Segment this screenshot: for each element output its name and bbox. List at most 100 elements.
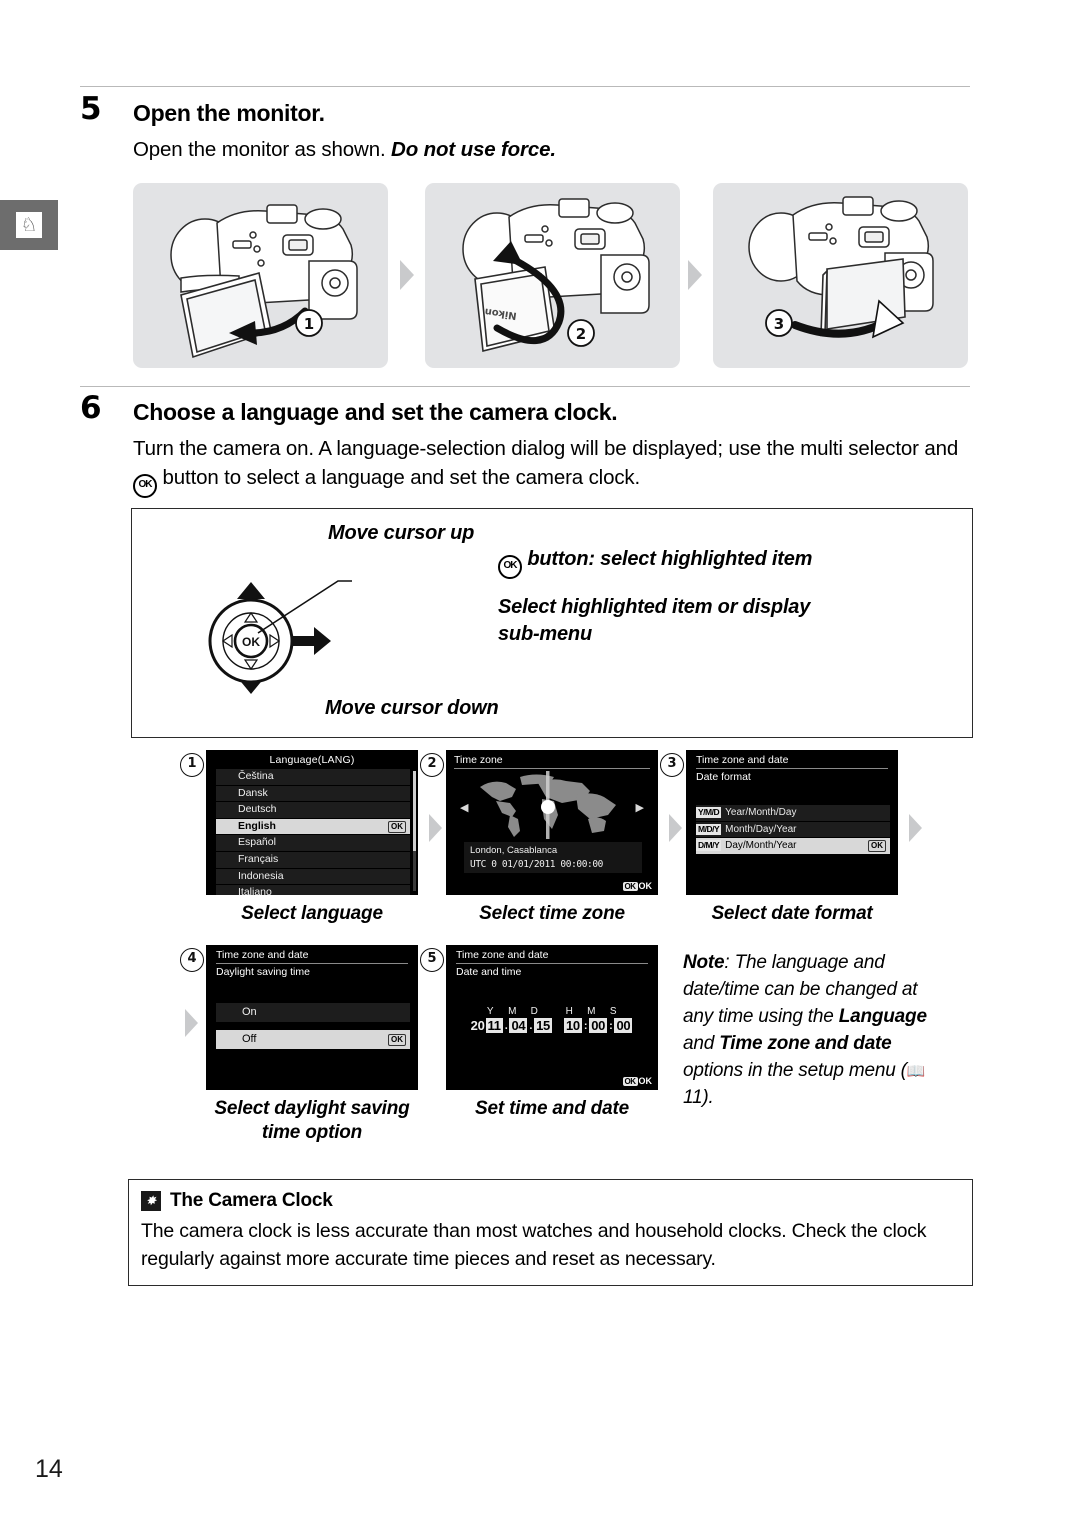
- list-item[interactable]: Deutsch: [216, 802, 410, 818]
- value-hour[interactable]: 10: [563, 1018, 582, 1033]
- value-second[interactable]: 00: [614, 1018, 633, 1033]
- format-label: Month/Day/Year: [725, 823, 797, 835]
- svg-text:1: 1: [304, 315, 314, 333]
- date-time-values: 20 11 . 04 . 15 10 : 00 : 00: [446, 1018, 658, 1033]
- caption-select-language: Select language: [241, 903, 383, 924]
- list-item-selected[interactable]: Off OK: [216, 1030, 410, 1049]
- section-side-tab: ♘: [0, 200, 58, 250]
- badge-4: 4: [180, 948, 204, 972]
- value-month[interactable]: 04: [509, 1018, 528, 1033]
- caption-set-time-and-date: Set time and date: [475, 1098, 629, 1119]
- format-label: Day/Month/Year: [725, 840, 797, 852]
- daylight-saving-list[interactable]: On Off OK: [206, 1003, 418, 1049]
- flow-arrow-4: [667, 812, 684, 844]
- timezone-city: London, Casablanca: [470, 845, 558, 856]
- label-select-or-submenu: Select highlighted item or display sub-m…: [498, 596, 811, 645]
- list-item[interactable]: Dansk: [216, 785, 410, 802]
- list-item[interactable]: Čeština: [216, 769, 410, 785]
- screen-subtitle: Daylight saving time: [216, 966, 310, 978]
- camera-clock-header: ✸ The Camera Clock: [141, 1190, 972, 1212]
- separator-colon: :: [609, 1019, 613, 1032]
- value-year[interactable]: 11: [485, 1018, 503, 1033]
- caption-select-date-format: Select date format: [711, 903, 873, 924]
- value-minute[interactable]: 00: [589, 1018, 608, 1033]
- header-divider: [454, 768, 650, 769]
- ok-key-icon: OK: [622, 881, 638, 891]
- step-6-title: Choose a language and set the camera clo…: [133, 399, 618, 425]
- map-arrow-left-icon[interactable]: ◀: [460, 801, 468, 814]
- screen-date-format: Time zone and date Date format Y/M/D Yea…: [686, 750, 898, 895]
- caption-line-1: Select daylight saving: [214, 1098, 410, 1119]
- note-text-2: and: [683, 1032, 720, 1054]
- weathervane-icon: ♘: [16, 212, 42, 238]
- date-time-editor[interactable]: Y M D H M S 20 11 . 04 . 15 10: 00: 00: [446, 1006, 658, 1033]
- step-6-number: 6: [80, 390, 102, 426]
- list-item[interactable]: On: [216, 1003, 410, 1022]
- timezone-utc: UTC 0 01/01/2011 00:00:00: [470, 859, 603, 870]
- multi-selector-diagram: OK: [208, 580, 352, 694]
- screen-date-and-time: Time zone and date Date and time Y M D H…: [446, 945, 658, 1090]
- badge-1: 1: [180, 753, 204, 777]
- step-6: 6 Choose a language and set the camera c…: [80, 393, 970, 499]
- illustration-2-monitor-rotate: Nikon 2: [425, 183, 680, 368]
- badge-3: 3: [660, 753, 684, 777]
- manual-page: ♘ 5 Open the monitor. Open the monitor a…: [0, 0, 1080, 1529]
- separator-dot: .: [529, 1019, 533, 1032]
- list-item[interactable]: Français: [216, 851, 410, 868]
- label-second: S: [609, 1006, 618, 1017]
- camera-drawing-2: Nikon 2: [462, 198, 650, 352]
- label-hour: H: [565, 1006, 574, 1017]
- caption-select-daylight-saving: Select daylight saving time option: [206, 1097, 418, 1145]
- multi-selector-panel: Move cursor up Move cursor down OK butto…: [131, 508, 973, 738]
- svg-text:OK: OK: [242, 635, 260, 649]
- note-text-4: ).: [702, 1086, 714, 1108]
- step-6-body: Turn the camera on. A language-selection…: [133, 434, 970, 499]
- screen-title: Time zone and date: [696, 754, 789, 766]
- illustration-1-monitor-swing-out: 1: [133, 183, 388, 368]
- label-minute: M: [587, 1006, 596, 1017]
- camera-clock-callout: ✸ The Camera Clock The camera clock is l…: [128, 1179, 973, 1286]
- timezone-info: London, Casablanca UTC 0 01/01/2011 00:0…: [464, 842, 642, 873]
- arrow-right-icon: [292, 627, 331, 655]
- format-key: Y/M/D: [696, 807, 722, 819]
- separator-dot: .: [504, 1019, 508, 1032]
- label-spacer: [546, 1006, 559, 1017]
- list-item[interactable]: Indonesia: [216, 868, 410, 885]
- language-list[interactable]: Čeština Dansk Deutsch English OK Español…: [206, 769, 418, 895]
- book-icon: 📖: [906, 1062, 926, 1080]
- value-day[interactable]: 15: [534, 1018, 552, 1033]
- label-month: M: [508, 1006, 517, 1017]
- step-5-body-italic: Do not use force.: [391, 138, 556, 161]
- note-block: Note: The language and date/time can be …: [683, 950, 935, 1112]
- ok-badge: OK: [388, 820, 406, 833]
- flow-arrow-2: [686, 258, 704, 292]
- ok-button-icon: OK: [133, 474, 157, 499]
- world-map[interactable]: ◀ ▶: [446, 771, 658, 841]
- ok-hint-label: OK: [638, 881, 653, 891]
- map-arrow-right-icon[interactable]: ▶: [636, 801, 644, 814]
- list-item-selected[interactable]: English OK: [216, 818, 410, 835]
- divider-step6: [80, 386, 970, 387]
- date-format-list[interactable]: Y/M/D Year/Month/Day M/D/Y Month/Day/Yea…: [686, 805, 898, 854]
- step-6-body-part2: button to select a language and set the …: [157, 466, 641, 490]
- note-lead: Note: [683, 952, 725, 973]
- scrollbar-thumb[interactable]: [413, 771, 416, 851]
- ok-hint: OK OK: [622, 881, 653, 891]
- list-item[interactable]: Y/M/D Year/Month/Day: [696, 805, 890, 821]
- list-item[interactable]: Italiano: [216, 885, 410, 895]
- note-page-ref: 11: [683, 1086, 703, 1108]
- screen-time-zone: Time zone ◀ ▶ London, Casablanca UTC 0 0…: [446, 750, 658, 895]
- ok-key-icon: OK: [622, 1076, 638, 1086]
- ok-hint-label: OK: [638, 1076, 653, 1086]
- screen-subtitle: Date format: [696, 771, 751, 783]
- list-item[interactable]: Español: [216, 835, 410, 851]
- separator-colon: :: [583, 1019, 588, 1032]
- screen-title: Time zone and date: [216, 949, 309, 961]
- list-item-selected[interactable]: D/M/Y Day/Month/Year OK: [696, 838, 890, 854]
- step-5-body-plain: Open the monitor as shown.: [133, 138, 392, 161]
- step-5-number: 5: [80, 91, 102, 127]
- list-item[interactable]: M/D/Y Month/Day/Year: [696, 821, 890, 837]
- camera-illustration-row: 1 Nikon 2 3: [133, 183, 973, 368]
- illustration-3-monitor-closed: 3: [713, 183, 968, 368]
- camera-clock-title: The Camera Clock: [170, 1190, 333, 1211]
